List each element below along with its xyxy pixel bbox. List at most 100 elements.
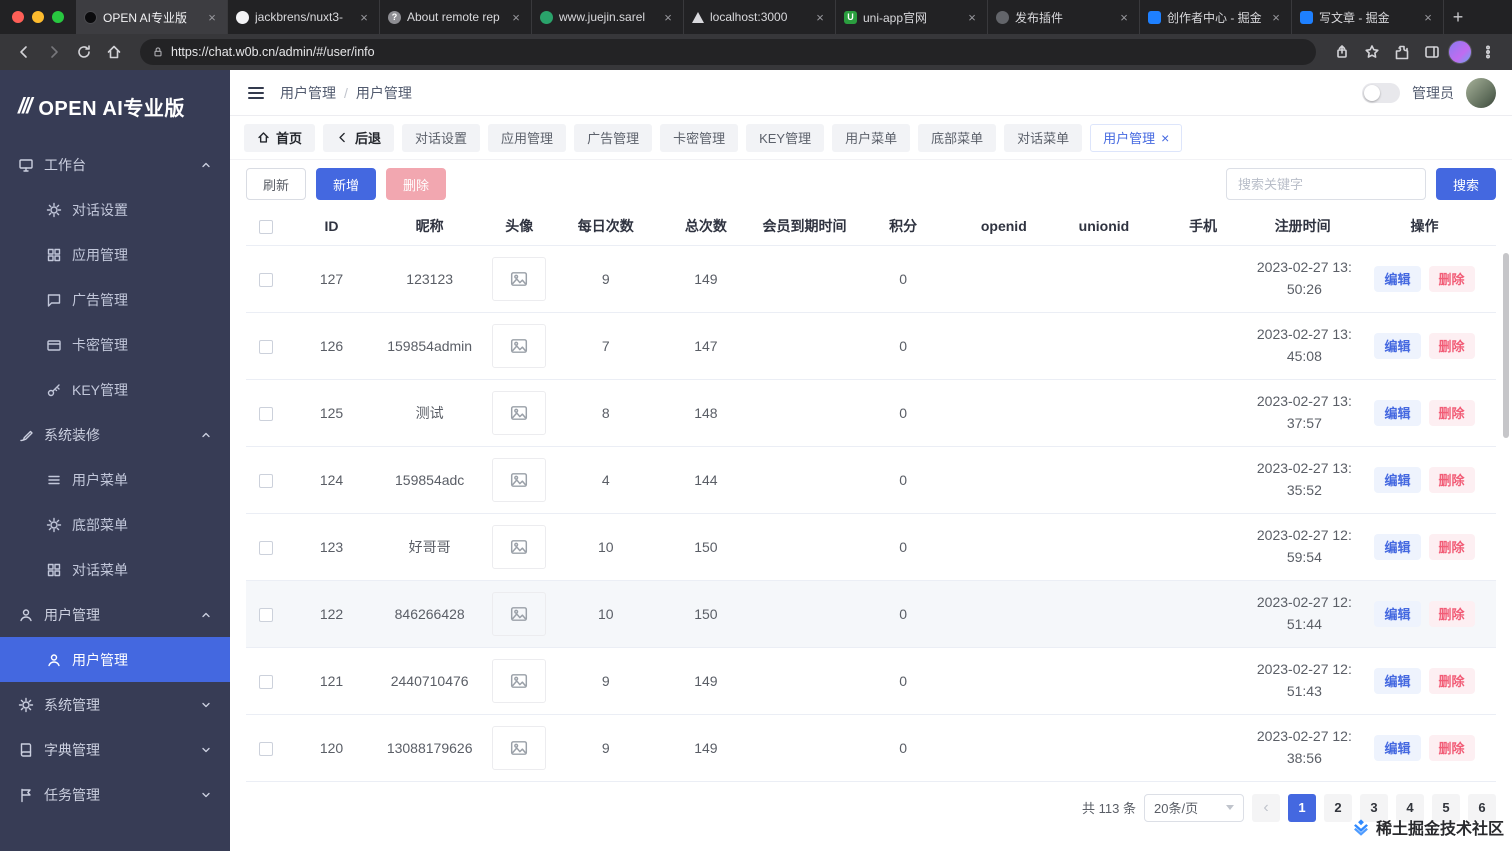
tab-close-icon[interactable] xyxy=(1117,10,1131,24)
home-icon[interactable] xyxy=(100,38,128,66)
zoom-window-button[interactable] xyxy=(52,11,64,23)
sidebar-group-task-management[interactable]: 任务管理 xyxy=(0,772,230,817)
edit-button[interactable]: 编辑 xyxy=(1374,734,1421,761)
tab-ad-management[interactable]: 广告管理 xyxy=(574,123,653,152)
page-button-2[interactable]: 2 xyxy=(1324,793,1352,822)
close-window-button[interactable] xyxy=(12,11,24,23)
delete-row-button[interactable]: 删除 xyxy=(1428,533,1475,560)
extensions-puzzle-icon[interactable] xyxy=(1388,38,1416,66)
select-all-checkbox[interactable] xyxy=(259,219,274,234)
row-checkbox[interactable] xyxy=(259,339,274,354)
edit-button[interactable]: 编辑 xyxy=(1374,332,1421,359)
tab-key-management[interactable]: KEY管理 xyxy=(746,123,825,152)
delete-row-button[interactable]: 删除 xyxy=(1428,399,1475,426)
page-button-1[interactable]: 1 xyxy=(1288,793,1316,822)
tab-footer-menu[interactable]: 底部菜单 xyxy=(918,123,997,152)
collapse-menu-icon[interactable] xyxy=(246,83,266,103)
tab-chat-settings[interactable]: 对话设置 xyxy=(402,123,481,152)
page-scrollbar[interactable] xyxy=(1503,253,1509,438)
tab-close-icon[interactable] xyxy=(661,10,675,24)
bookmark-star-icon[interactable] xyxy=(1358,38,1386,66)
edit-button[interactable]: 编辑 xyxy=(1374,466,1421,493)
row-checkbox[interactable] xyxy=(259,540,274,555)
reload-icon[interactable] xyxy=(70,38,98,66)
forward-icon[interactable] xyxy=(40,38,68,66)
url-bar[interactable]: https://chat.w0b.cn/admin/#/user/info xyxy=(140,39,1316,65)
tab-app-management[interactable]: 应用管理 xyxy=(488,123,567,152)
tab-close-icon[interactable] xyxy=(205,10,219,24)
sidebar-item-footer-menu[interactable]: 底部菜单 xyxy=(0,502,230,547)
sidebar-item-chat-settings[interactable]: 对话设置 xyxy=(0,187,230,232)
theme-toggle[interactable] xyxy=(1362,82,1400,103)
sidebar-group-workbench[interactable]: 工作台 xyxy=(0,142,230,187)
search-input[interactable] xyxy=(1225,168,1426,200)
page-button-6[interactable]: 6 xyxy=(1468,793,1496,822)
sidebar-group-system-management[interactable]: 系统管理 xyxy=(0,682,230,727)
sidebar-panel-icon[interactable] xyxy=(1418,38,1446,66)
row-checkbox[interactable] xyxy=(259,607,274,622)
browser-tab[interactable]: 写文章 - 掘金 xyxy=(1292,0,1444,34)
back-icon[interactable] xyxy=(10,38,38,66)
row-checkbox[interactable] xyxy=(259,741,274,756)
tab-chat-menu[interactable]: 对话菜单 xyxy=(1004,123,1083,152)
browser-tab[interactable]: About remote rep xyxy=(380,0,532,34)
admin-avatar[interactable] xyxy=(1466,77,1496,108)
browser-tab[interactable]: 发布插件 xyxy=(988,0,1140,34)
delete-row-button[interactable]: 删除 xyxy=(1428,734,1475,761)
page-size-select[interactable]: 20条/页 xyxy=(1144,793,1244,822)
browser-tab[interactable]: localhost:3000 xyxy=(684,0,836,34)
delete-row-button[interactable]: 删除 xyxy=(1428,600,1475,627)
tab-user-menu[interactable]: 用户菜单 xyxy=(832,123,911,152)
browser-tab[interactable]: jackbrens/nuxt3- xyxy=(228,0,380,34)
share-icon[interactable] xyxy=(1328,38,1356,66)
delete-row-button[interactable]: 删除 xyxy=(1428,466,1475,493)
sidebar-group-dictionary-management[interactable]: 字典管理 xyxy=(0,727,230,772)
browser-tab-active[interactable]: OPEN AI专业版 xyxy=(76,0,228,34)
browser-tab[interactable]: 创作者中心 - 掘金 xyxy=(1140,0,1292,34)
edit-button[interactable]: 编辑 xyxy=(1374,667,1421,694)
row-checkbox[interactable] xyxy=(259,272,274,287)
edit-button[interactable]: 编辑 xyxy=(1374,533,1421,560)
row-checkbox[interactable] xyxy=(259,674,274,689)
row-checkbox[interactable] xyxy=(259,473,274,488)
menu-kebab-icon[interactable] xyxy=(1474,38,1502,66)
minimize-window-button[interactable] xyxy=(32,11,44,23)
search-button[interactable]: 搜索 xyxy=(1435,168,1496,200)
tab-close-icon[interactable] xyxy=(813,10,827,24)
page-button-4[interactable]: 4 xyxy=(1396,793,1424,822)
edit-button[interactable]: 编辑 xyxy=(1374,399,1421,426)
sidebar-item-user-menu[interactable]: 用户菜单 xyxy=(0,457,230,502)
sidebar-item-chat-menu[interactable]: 对话菜单 xyxy=(0,547,230,592)
tab-card-key-management[interactable]: 卡密管理 xyxy=(660,123,739,152)
sidebar-item-ad-management[interactable]: 广告管理 xyxy=(0,277,230,322)
edit-button[interactable]: 编辑 xyxy=(1374,265,1421,292)
edit-button[interactable]: 编辑 xyxy=(1374,600,1421,627)
add-button[interactable]: 新增 xyxy=(316,168,377,200)
browser-profile-avatar[interactable] xyxy=(1448,40,1472,64)
new-tab-button[interactable] xyxy=(1444,3,1472,31)
refresh-button[interactable]: 刷新 xyxy=(246,168,307,200)
breadcrumb-parent[interactable]: 用户管理 xyxy=(280,83,336,103)
browser-tab[interactable]: uni-app官网 xyxy=(836,0,988,34)
sidebar-item-app-management[interactable]: 应用管理 xyxy=(0,232,230,277)
sidebar-item-user-management-active[interactable]: 用户管理 xyxy=(0,637,230,682)
tab-close-icon[interactable] xyxy=(965,10,979,24)
delete-row-button[interactable]: 删除 xyxy=(1428,667,1475,694)
sidebar-group-user-management[interactable]: 用户管理 xyxy=(0,592,230,637)
row-checkbox[interactable] xyxy=(259,406,274,421)
page-button-3[interactable]: 3 xyxy=(1360,793,1388,822)
tab-back[interactable]: 后退 xyxy=(323,123,395,152)
page-button-5[interactable]: 5 xyxy=(1432,793,1460,822)
delete-button[interactable]: 删除 xyxy=(386,168,447,200)
tab-close-icon[interactable] xyxy=(1421,10,1435,24)
delete-row-button[interactable]: 删除 xyxy=(1428,332,1475,359)
tab-home[interactable]: 首页 xyxy=(244,123,316,152)
sidebar-item-key-management[interactable]: KEY管理 xyxy=(0,367,230,412)
browser-tab[interactable]: www.juejin.sarel xyxy=(532,0,684,34)
tab-close-icon[interactable] xyxy=(357,10,371,24)
tab-user-management-active[interactable]: 用户管理 xyxy=(1090,123,1183,152)
close-icon[interactable] xyxy=(1161,131,1169,145)
tab-close-icon[interactable] xyxy=(509,10,523,24)
sidebar-item-card-key-management[interactable]: 卡密管理 xyxy=(0,322,230,367)
delete-row-button[interactable]: 删除 xyxy=(1428,265,1475,292)
